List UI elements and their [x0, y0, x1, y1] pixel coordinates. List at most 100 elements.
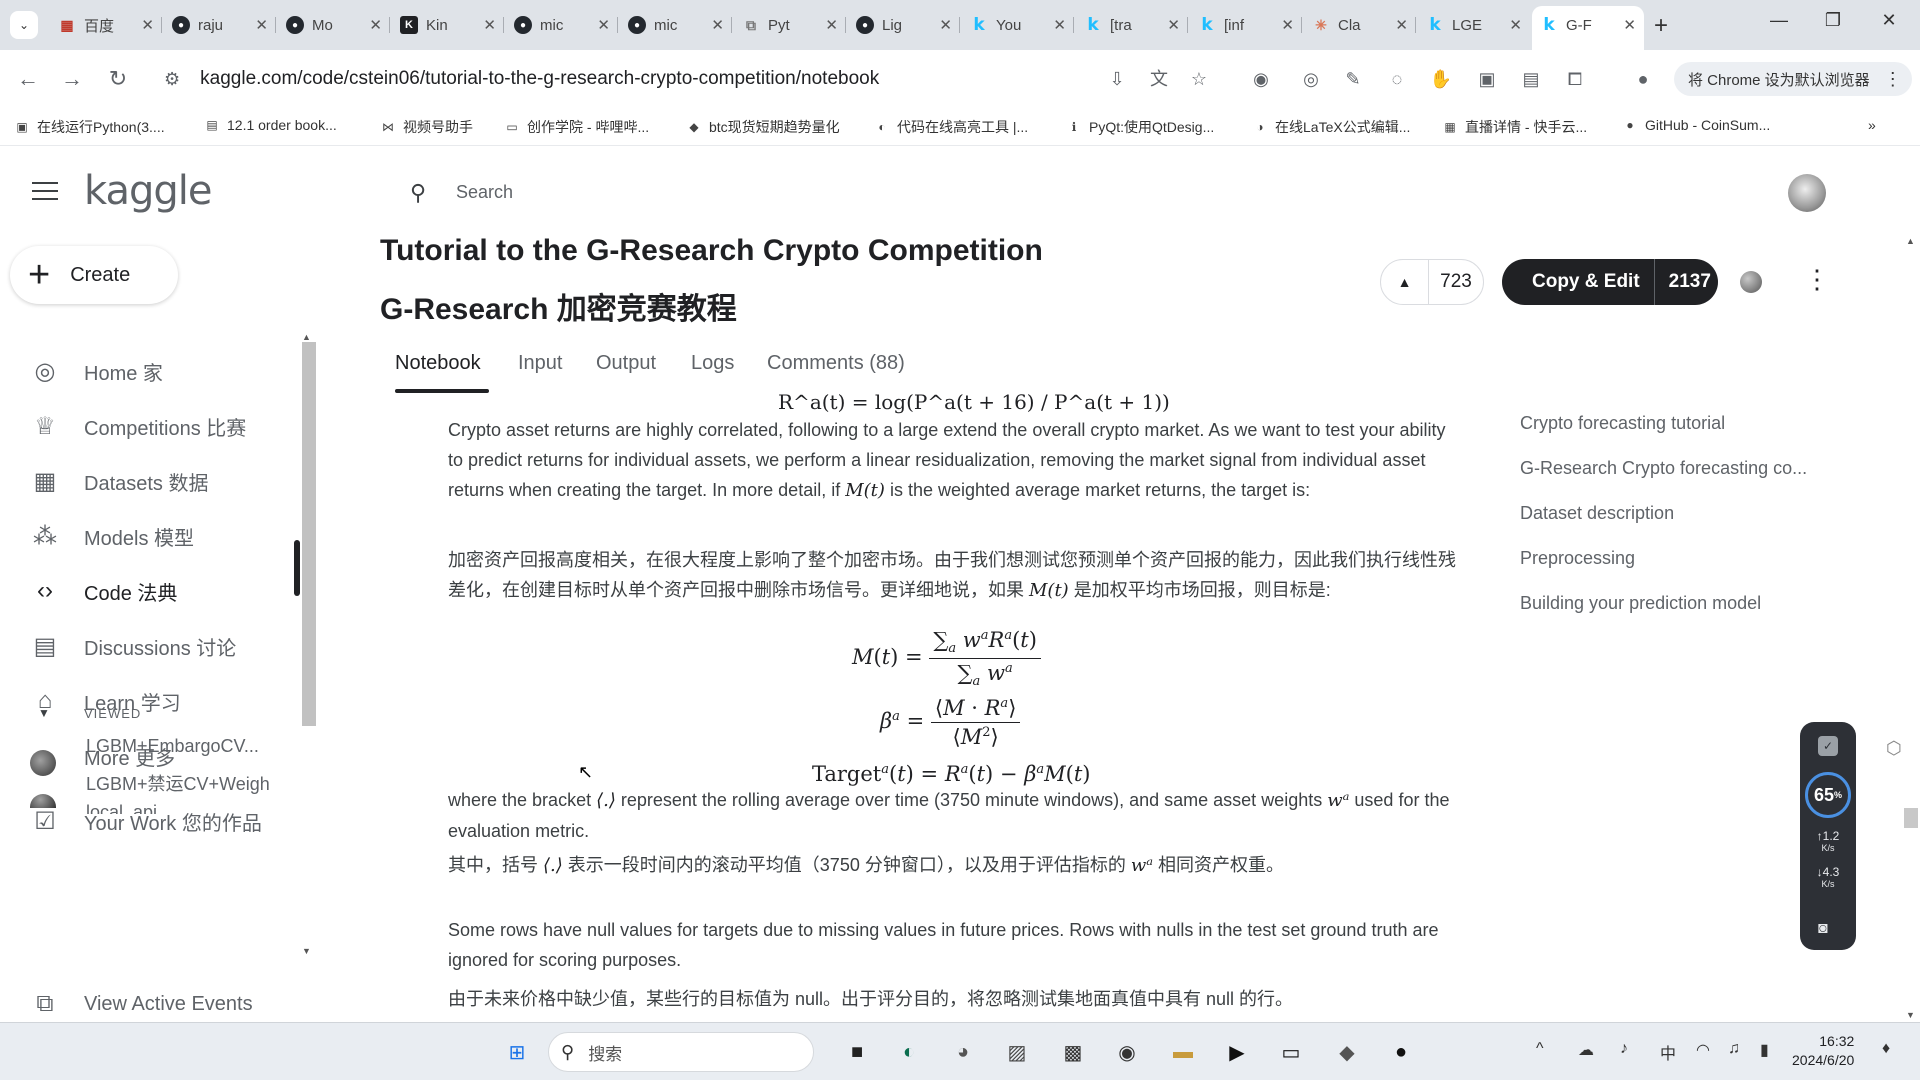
close-icon[interactable]: ✕	[483, 16, 496, 34]
user-avatar[interactable]	[1788, 174, 1826, 212]
volume-icon[interactable]: ♫	[1728, 1040, 1740, 1058]
taskbar-search[interactable]: ⚲ 搜索	[548, 1032, 814, 1072]
browser-tab[interactable]: k LGE ✕	[1418, 8, 1530, 42]
wifi-icon[interactable]: ◠	[1696, 1040, 1710, 1060]
pycharm-icon[interactable]: ●	[1384, 1035, 1418, 1069]
battery-icon[interactable]: ▮	[1760, 1040, 1769, 1060]
app-icon[interactable]: ▩	[1056, 1035, 1090, 1069]
bookmark-item[interactable]: ⋈ 视频号助手	[380, 117, 473, 137]
url-text[interactable]: kaggle.com/code/cstein06/tutorial-to-the…	[200, 68, 879, 90]
menu-icon[interactable]	[32, 182, 58, 206]
forward-button[interactable]: →	[58, 66, 86, 92]
browser-tab[interactable]: ● Lig ✕	[848, 8, 960, 42]
upvote-button[interactable]: ▲ 723	[1380, 259, 1484, 305]
reload-button[interactable]: ↻	[104, 66, 132, 92]
new-tab-button[interactable]: +	[1654, 12, 1668, 40]
toc-item[interactable]: Building your prediction model	[1520, 593, 1761, 614]
browser-tab-active[interactable]: k G-F ✕	[1532, 6, 1644, 50]
nav-item-discussions[interactable]: ▤ Discussions 讨论	[0, 621, 296, 671]
browser-tab[interactable]: k [inf ✕	[1190, 8, 1302, 42]
nav-item-competitions[interactable]: ♕ Competitions 比赛	[0, 401, 296, 451]
tab-input[interactable]: Input	[518, 352, 562, 375]
browser-tab[interactable]: ✳ Cla ✕	[1304, 8, 1416, 42]
bookmark-item[interactable]: ▤ 12.1 order book...	[204, 117, 336, 133]
close-icon[interactable]: ✕	[369, 16, 382, 34]
close-icon[interactable]: ✕	[1053, 16, 1066, 34]
create-button[interactable]: + Create	[10, 246, 178, 304]
browser-tab[interactable]: ▦ 百度 ✕	[50, 8, 162, 42]
tab-notebook[interactable]: Notebook	[395, 352, 481, 375]
close-icon[interactable]: ✕	[939, 16, 952, 34]
more-options-icon[interactable]: ⋮	[1804, 266, 1830, 292]
minimize-button[interactable]: —	[1756, 10, 1802, 31]
tray-overflow-icon[interactable]: ^	[1536, 1040, 1544, 1058]
viewed-item[interactable]: LGBM+禁运CV+Weigh	[86, 770, 270, 796]
kaggle-logo[interactable]: kaggle	[84, 168, 212, 214]
copy-edit-button[interactable]: Copy & Edit 2137	[1502, 259, 1718, 305]
browser-tab[interactable]: ● Mo ✕	[278, 8, 390, 42]
microphone-icon[interactable]: ♪	[1620, 1040, 1628, 1058]
bookmark-star-icon[interactable]: ☆	[1186, 66, 1212, 92]
bookmark-item[interactable]: ▦ 直播详情 - 快手云...	[1442, 117, 1587, 137]
toc-item[interactable]: Dataset description	[1520, 503, 1674, 524]
bookmark-item[interactable]: ℹ PyQt:使用QtDesig...	[1066, 117, 1215, 137]
nav-item-code[interactable]: ‹› Code 法典	[0, 566, 296, 616]
view-active-events[interactable]: ⧉ View Active Events	[0, 986, 296, 1022]
collapse-viewed-icon[interactable]: ▼	[38, 706, 50, 720]
browser-tab[interactable]: ● mic ✕	[620, 8, 732, 42]
bookmark-item[interactable]: ◑ 在线LaTeX公式编辑...	[1252, 117, 1410, 137]
extension-icon[interactable]: ✋	[1428, 66, 1454, 92]
site-info-icon[interactable]: ⚙	[164, 69, 180, 90]
cloud-icon[interactable]: ☁	[1578, 1040, 1594, 1060]
toc-item[interactable]: G-Research Crypto forecasting co...	[1520, 458, 1807, 479]
bookmark-item[interactable]: ▣ 在线运行Python(3....	[14, 117, 164, 137]
network-monitor-widget[interactable]: ✓ 65% ↑1.2 K/s ↓4.3 K/s ◙	[1800, 722, 1856, 950]
photos-icon[interactable]: ▨	[1000, 1035, 1034, 1069]
close-icon[interactable]: ✕	[1281, 16, 1294, 34]
close-icon[interactable]: ✕	[711, 16, 724, 34]
extension-icon[interactable]: ▣	[1474, 66, 1500, 92]
start-button-icon[interactable]: ⊞	[500, 1035, 534, 1069]
sidebar-scrollbar[interactable]: ▲ ▼	[300, 332, 316, 957]
search-input[interactable]: Search	[456, 182, 513, 203]
app-icon[interactable]: ◕	[946, 1035, 980, 1069]
nav-item-home[interactable]: ◎ Home 家	[0, 346, 296, 396]
close-icon[interactable]: ✕	[825, 16, 838, 34]
extensions-puzzle-icon[interactable]: ⧠	[1562, 66, 1588, 92]
bookmark-item[interactable]: ● GitHub - CoinSum...	[1622, 117, 1770, 133]
bookmark-item[interactable]: ▭ 创作学院 - 哔哩哔...	[504, 117, 649, 137]
close-icon[interactable]: ✕	[1509, 16, 1522, 34]
terminal-icon[interactable]: ▭	[1274, 1035, 1308, 1069]
install-app-icon[interactable]: ⇩	[1104, 66, 1130, 92]
toc-item[interactable]: Preprocessing	[1520, 548, 1635, 569]
ime-indicator[interactable]: 中	[1660, 1040, 1676, 1064]
terminal-icon[interactable]: ▶	[1220, 1035, 1254, 1069]
maximize-button[interactable]: ❐	[1810, 10, 1856, 31]
viewed-item[interactable]: LGBM+EmbargoCV...	[86, 736, 259, 757]
close-icon[interactable]: ✕	[597, 16, 610, 34]
more-vert-icon[interactable]: ⋮	[1884, 69, 1902, 90]
close-icon[interactable]: ✕	[141, 16, 154, 34]
task-view-icon[interactable]: ■	[840, 1035, 874, 1069]
close-icon[interactable]: ✕	[1623, 16, 1636, 34]
extension-icon[interactable]: ◎	[1298, 66, 1324, 92]
browser-tab[interactable]: k You ✕	[962, 8, 1074, 42]
pen-icon[interactable]: ✎	[1340, 66, 1366, 92]
edge-icon[interactable]: ◐	[892, 1035, 926, 1069]
viewed-item[interactable]: local_api	[86, 802, 157, 814]
nav-item-datasets[interactable]: ▦ Datasets 数据	[0, 456, 296, 506]
extension-icon[interactable]: ◌	[1384, 66, 1410, 92]
tab-comments[interactable]: Comments (88)	[767, 352, 905, 375]
browser-tab[interactable]: k [tra ✕	[1076, 8, 1188, 42]
extension-icon[interactable]: ◉	[1248, 66, 1274, 92]
extension-icon[interactable]: ▤	[1518, 66, 1544, 92]
set-default-browser-button[interactable]: 将 Chrome 设为默认浏览器 ⋮	[1674, 62, 1912, 96]
upvote-arrow-icon[interactable]: ▲	[1381, 260, 1429, 304]
bookmark-item[interactable]: ◆ btc现货短期趋势量化	[686, 117, 839, 137]
close-icon[interactable]: ✕	[255, 16, 268, 34]
tab-logs[interactable]: Logs	[691, 352, 734, 375]
page-scrollbar[interactable]: ▲ ▼	[1900, 236, 1920, 1022]
browser-tab[interactable]: ● mic ✕	[506, 8, 618, 42]
address-bar[interactable]: ⚙ kaggle.com/code/cstein06/tutorial-to-t…	[150, 57, 1590, 101]
nav-item-models[interactable]: ⁂ Models 模型	[0, 511, 296, 561]
